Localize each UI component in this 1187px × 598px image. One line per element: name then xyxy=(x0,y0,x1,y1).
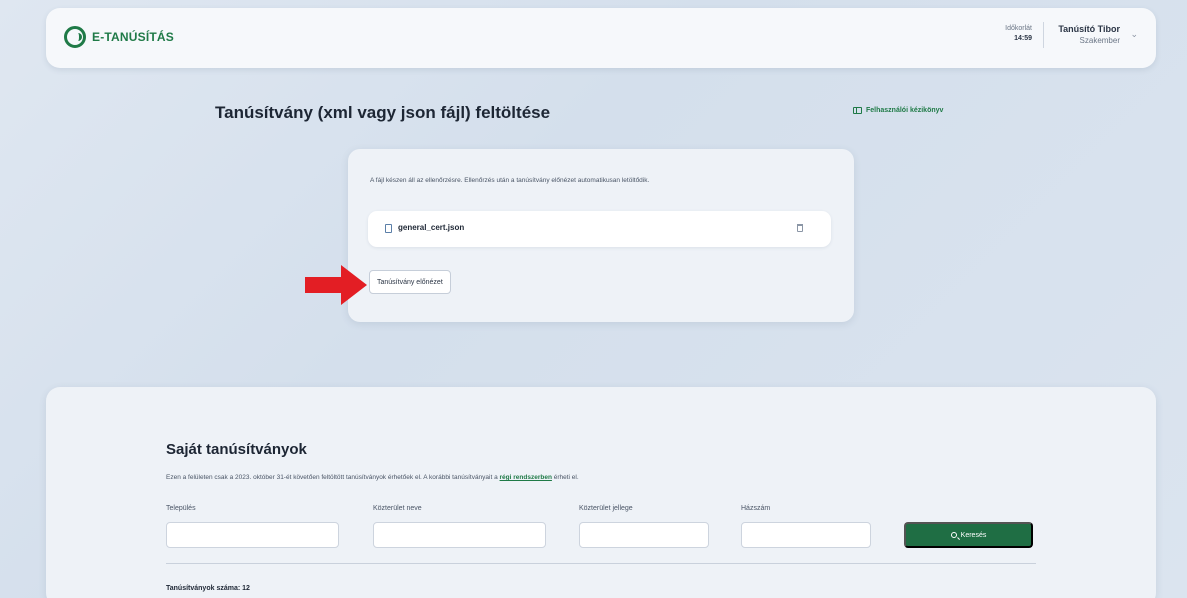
street-type-input[interactable] xyxy=(579,522,709,548)
old-system-link[interactable]: régi rendszerben xyxy=(500,474,552,481)
brand-name: E-TANÚSÍTÁS xyxy=(92,30,174,44)
description-text: Ezen a felületen csak a 2023. október 31… xyxy=(166,474,500,481)
description-text-end: érheti el. xyxy=(551,474,579,481)
user-menu[interactable]: Tanúsító Tibor Szakember xyxy=(1058,24,1120,46)
street-type-label: Közterület jellege xyxy=(579,505,633,512)
upload-status-message: A fájl készen áll az ellenőrzésre. Ellen… xyxy=(370,177,650,184)
settlement-input[interactable] xyxy=(166,522,339,548)
street-name-label: Közterület neve xyxy=(373,505,422,512)
brand-logo[interactable]: E-TANÚSÍTÁS xyxy=(64,26,174,48)
my-certificates-card: Saját tanúsítványok Ezen a felületen csa… xyxy=(46,387,1156,598)
top-header: E-TANÚSÍTÁS Időkorlát 14:59 Tanúsító Tib… xyxy=(46,8,1156,68)
certificate-preview-button[interactable]: Tanúsítvány előnézet xyxy=(369,270,451,294)
timer-value: 14:59 xyxy=(1014,35,1032,42)
user-manual-label: Felhasználói kézikönyv xyxy=(866,107,944,114)
user-name: Tanúsító Tibor xyxy=(1058,24,1120,34)
search-button[interactable]: Keresés xyxy=(904,522,1033,548)
street-name-input[interactable] xyxy=(373,522,546,548)
book-icon xyxy=(853,107,862,114)
logo-icon xyxy=(64,26,86,48)
section-divider xyxy=(166,563,1036,564)
page-title: Tanúsítvány (xml vagy json fájl) feltölt… xyxy=(215,103,551,122)
certificate-count: Tanúsítványok száma: 12 xyxy=(166,585,250,592)
session-timer: Időkorlát 14:59 xyxy=(1005,24,1032,44)
header-divider xyxy=(1043,22,1044,48)
red-arrow-annotation xyxy=(305,265,367,305)
house-number-input[interactable] xyxy=(741,522,871,548)
file-name: general_cert.json xyxy=(398,223,465,232)
timer-label: Időkorlát xyxy=(1005,25,1032,32)
file-icon xyxy=(385,224,392,233)
user-role: Szakember xyxy=(1079,36,1120,45)
upload-card: A fájl készen áll az ellenőrzésre. Ellen… xyxy=(348,149,854,322)
uploaded-file-row: general_cert.json xyxy=(368,211,831,247)
chevron-down-icon[interactable]: ⌄ xyxy=(1130,30,1138,40)
user-manual-link[interactable]: Felhasználói kézikönyv xyxy=(853,107,943,114)
section-description: Ezen a felületen csak a 2023. október 31… xyxy=(166,474,579,481)
section-title: Saját tanúsítványok xyxy=(166,441,307,458)
trash-icon[interactable] xyxy=(797,224,803,232)
settlement-label: Település xyxy=(166,505,196,512)
house-number-label: Házszám xyxy=(741,505,771,512)
search-button-label: Keresés xyxy=(960,531,987,539)
search-icon xyxy=(950,532,957,538)
